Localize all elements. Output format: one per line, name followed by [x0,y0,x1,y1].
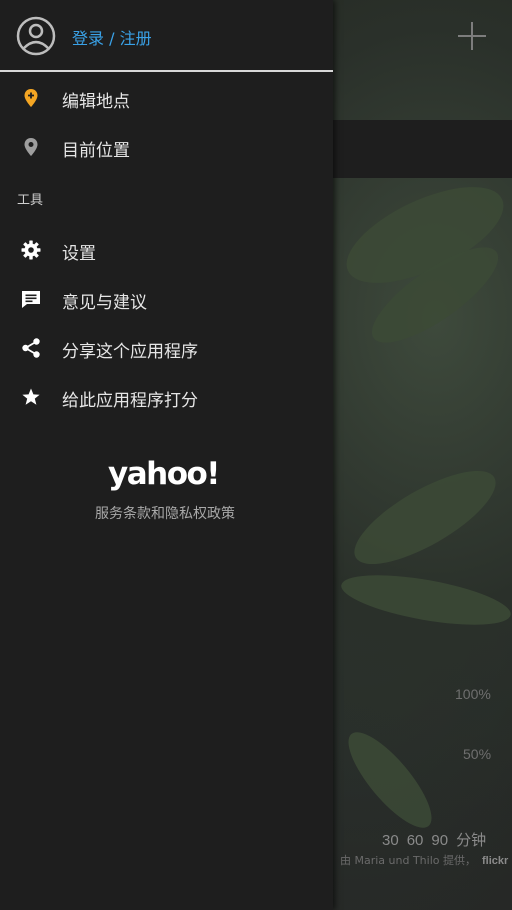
menu-item-label: 分享这个应用程序 [62,342,198,362]
background-leaf [336,721,444,839]
tick-label: 30 [382,832,399,849]
menu-item-label: 意见与建议 [62,293,147,313]
location-pin-icon [20,136,42,158]
photo-credit-text: 由 Maria und Thilo 提供， [340,854,476,867]
terms-privacy-link[interactable]: 服务条款和隐私权政策 [95,503,235,523]
tick-label: 90 [431,832,449,849]
menu-item-share[interactable]: 分享这个应用程序 [0,326,333,370]
flickr-logo[interactable]: flickr [482,855,508,867]
login-register-link[interactable]: 登录 / 注册 [72,25,152,49]
precip-time-axis: 30 60 90 分钟 [382,829,494,850]
location-pin-icon [20,87,42,109]
tick-label: 60 [406,832,424,849]
precip-100-label: 100% [455,686,491,702]
tick-label: 分钟 [456,832,487,849]
menu-item-label: 目前位置 [62,141,130,161]
menu-item-feedback[interactable]: 意见与建议 [0,277,333,321]
photo-credit: 由 Maria und Thilo 提供， flickr [340,852,508,868]
menu-item-rate[interactable]: 给此应用程序打分 [0,375,333,419]
menu-item-edit-locations[interactable]: 编辑地点 [0,76,333,120]
feedback-icon [20,288,42,310]
tools-section-header: 工具 [17,193,44,208]
menu-item-current-location[interactable]: 目前位置 [0,125,333,169]
background-leaf [341,453,509,582]
account-circle-icon[interactable] [16,16,56,56]
drawer-header: 登录 / 注册 [0,0,333,72]
share-icon [20,337,42,359]
navigation-drawer: 登录 / 注册 编辑地点 目前位置 工具 设置 意见与建议 分享这个应用程序 给… [0,0,333,910]
background-search-bar [333,120,512,178]
menu-item-label: 编辑地点 [62,92,130,112]
add-location-button[interactable] [458,22,486,50]
menu-item-label: 设置 [62,244,96,264]
yahoo-logo: yahoo! [108,456,220,492]
background-leaf [337,565,512,635]
menu-item-settings[interactable]: 设置 [0,228,333,272]
star-icon [20,386,42,408]
precip-50-label: 50% [463,746,492,762]
menu-item-label: 给此应用程序打分 [62,391,198,411]
gear-icon [20,239,42,261]
